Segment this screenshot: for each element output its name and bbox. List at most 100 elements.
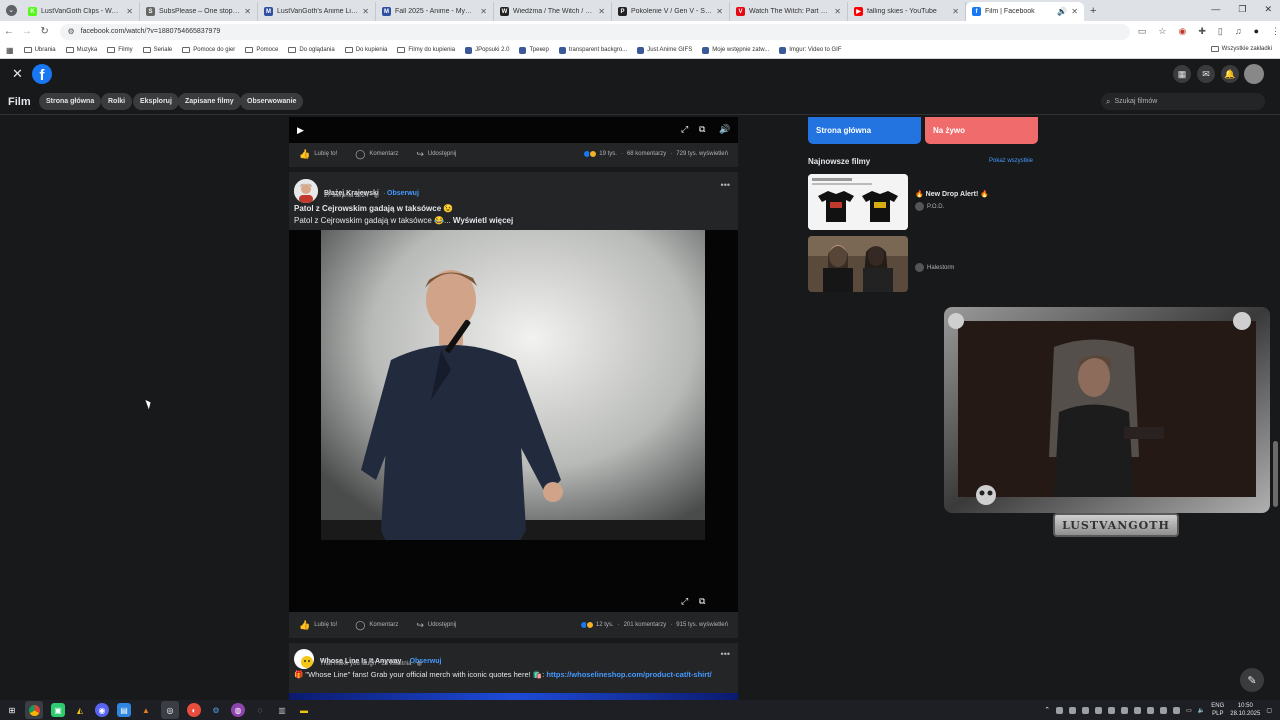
tray-overflow-icon[interactable]: ⌃ (1044, 706, 1050, 714)
video-thumbnail[interactable] (289, 693, 738, 700)
address-bar[interactable]: ⚙ facebook.com/watch/?v=1880754665837979 (59, 23, 1130, 40)
minimize-button[interactable]: — (1211, 4, 1220, 15)
browser-tab[interactable]: f Film | Facebook 🔊 ✕ (966, 2, 1084, 21)
forward-button[interactable]: → (18, 26, 36, 37)
reaction-count[interactable]: 19 tys. (599, 151, 617, 157)
app-icon[interactable]: ▣ (51, 703, 65, 717)
like-button[interactable]: 👍 Lubię to! (299, 149, 337, 160)
messenger-icon[interactable]: ✉ (1197, 65, 1215, 83)
discord-icon[interactable]: ◉ (95, 703, 109, 717)
browser-icon[interactable]: ◎ (161, 701, 179, 719)
picture-in-picture-icon[interactable]: ⧉ (699, 596, 705, 607)
share-button[interactable]: ↪ Udostępnij (416, 149, 456, 160)
video-player[interactable]: ⤢ ⧉ (289, 230, 738, 612)
bookmark-item[interactable]: Pomoce (245, 47, 278, 54)
close-tab-icon[interactable]: ✕ (1071, 7, 1078, 16)
comment-button[interactable]: ◯ Komentarz (355, 149, 398, 160)
sidebar-icon[interactable]: ▯ (1218, 26, 1223, 37)
close-tab-icon[interactable]: ✕ (480, 7, 487, 16)
network-icon[interactable]: ▭ (1186, 707, 1192, 714)
vlc-icon[interactable]: ▲ (139, 703, 153, 717)
tray-app-icon[interactable] (1069, 706, 1077, 714)
compose-edit-button[interactable]: ✎ (1240, 668, 1264, 692)
tray-app-icon[interactable] (1173, 706, 1181, 714)
file-explorer-icon[interactable]: ▬ (297, 703, 311, 717)
browser-tab[interactable]: W Wiedźma / The Witch / Ma-nyeo ✕ (494, 2, 612, 21)
play-icon[interactable]: ▶ (297, 125, 304, 136)
see-more-link[interactable]: Wyświetl więcej (453, 216, 513, 225)
browser-tab[interactable]: M Fall 2025 - Anime - MyAnimeList ✕ (376, 2, 494, 21)
notifications-bell-icon[interactable]: 🔔 (1221, 65, 1239, 83)
comment-count[interactable]: 201 komentarzy (624, 622, 667, 628)
account-avatar[interactable] (1244, 64, 1264, 84)
volume-icon[interactable]: 🔊 (719, 124, 730, 135)
tray-app-icon[interactable] (1108, 706, 1116, 714)
merch-link[interactable]: https://whoselineshop.com/product-cat/t-… (546, 670, 711, 679)
bookmark-item[interactable]: Ubrania (23, 47, 56, 54)
back-button[interactable]: ← (0, 26, 18, 37)
close-tab-icon[interactable]: ✕ (598, 7, 605, 16)
close-tab-icon[interactable]: ✕ (834, 7, 841, 16)
volume-icon[interactable]: 🔈 (1198, 707, 1205, 714)
video-thumbnail[interactable] (808, 236, 908, 292)
app-icon[interactable]: ◍ (231, 703, 245, 717)
post-date[interactable]: 27 sierpnia 2024 (324, 193, 368, 199)
bookmark-item[interactable]: Do kupienia (344, 47, 387, 54)
fullscreen-icon[interactable]: ⤢ (681, 596, 688, 607)
tab-explore[interactable]: Eksploruj (133, 93, 179, 110)
video-channel[interactable]: Halestorm (915, 263, 954, 272)
scrollbar-thumb[interactable] (1273, 441, 1278, 507)
browser-tab[interactable]: M LustVanGoth's Anime List - My ✕ (258, 2, 376, 21)
tab-home[interactable]: Strona główna (39, 93, 102, 110)
site-info-icon[interactable]: ⚙ (68, 27, 75, 36)
tab-saved-videos[interactable]: Zapisane filmy (178, 93, 241, 110)
bookmark-star-icon[interactable]: ☆ (1158, 26, 1166, 37)
cast-icon[interactable]: ▭ (1138, 26, 1147, 37)
like-button[interactable]: 👍 Lubię to! (299, 620, 337, 631)
norton-icon[interactable]: ◭ (73, 703, 87, 717)
tray-app-icon[interactable] (1147, 706, 1155, 714)
close-tab-icon[interactable]: ✕ (244, 7, 251, 16)
bookmark-item[interactable]: Seriale (142, 47, 172, 54)
tray-app-icon[interactable] (1121, 706, 1129, 714)
close-tab-icon[interactable]: ✕ (716, 7, 723, 16)
fullscreen-icon[interactable]: ⤢ (681, 124, 688, 135)
app-icon[interactable]: ▤ (117, 703, 131, 717)
chrome-taskbar-icon[interactable] (25, 701, 43, 719)
bookmark-item[interactable]: Muzyka (65, 47, 97, 54)
close-tab-icon[interactable]: ✕ (952, 7, 959, 16)
extensions-puzzle-icon[interactable]: ✚ (1198, 26, 1206, 37)
comment-button[interactable]: ◯ Komentarz (355, 620, 398, 631)
more-options-icon[interactable]: ••• (721, 180, 730, 190)
browser-tab[interactable]: S SubsPlease – One stop shop for ✕ (140, 2, 258, 21)
language-indicator[interactable]: ENG PLP (1211, 702, 1224, 718)
media-icon[interactable]: ♫ (1235, 26, 1242, 37)
bookmark-item[interactable]: Filmy do kupienia (397, 47, 455, 54)
restore-button[interactable]: ❐ (1238, 4, 1246, 15)
avatar[interactable] (294, 649, 314, 669)
clock[interactable]: 10:50 28.10.2025 (1230, 702, 1260, 718)
close-tab-icon[interactable]: ✕ (362, 7, 369, 16)
extension-icon[interactable]: ◉ (1178, 26, 1186, 37)
app-icon[interactable]: ▥ (275, 703, 289, 717)
video-search-input[interactable]: ⌕ Szukaj filmów (1101, 93, 1265, 110)
bookmark-item[interactable]: Imgur: Video to GIF (779, 46, 841, 54)
post-date[interactable]: 26 kwietnia (381, 661, 411, 667)
browser-tab[interactable]: P Pokolenie V / Gen V - Sezon 2✕ (612, 2, 730, 21)
bookmark-item[interactable]: Трекер (519, 46, 549, 54)
tab-search-button[interactable]: ⌄ (0, 5, 22, 16)
bookmark-item[interactable]: Do oglądania (288, 47, 335, 54)
bookmark-item[interactable]: Moje wstępnie zatw... (702, 46, 769, 54)
steam-icon[interactable]: ⚙ (209, 703, 223, 717)
live-button[interactable]: Na żywo (925, 117, 1038, 144)
notification-center-icon[interactable]: ▢ (1266, 707, 1272, 714)
obs-icon[interactable]: ◌ (253, 703, 267, 717)
bookmark-item[interactable]: Just Anime GIFS (637, 46, 692, 54)
tray-app-icon[interactable] (1095, 706, 1103, 714)
tray-app-icon[interactable] (1134, 706, 1142, 714)
follow-button[interactable]: Obserwuj (387, 190, 419, 197)
reaction-count[interactable]: 12 tys. (596, 622, 614, 628)
browser-tab[interactable]: ▶ falling skies - YouTube ✕ (848, 2, 966, 21)
all-bookmarks-button[interactable]: Wszystkie zakładki (1210, 46, 1272, 52)
video-channel[interactable]: P.O.D. (915, 202, 944, 211)
